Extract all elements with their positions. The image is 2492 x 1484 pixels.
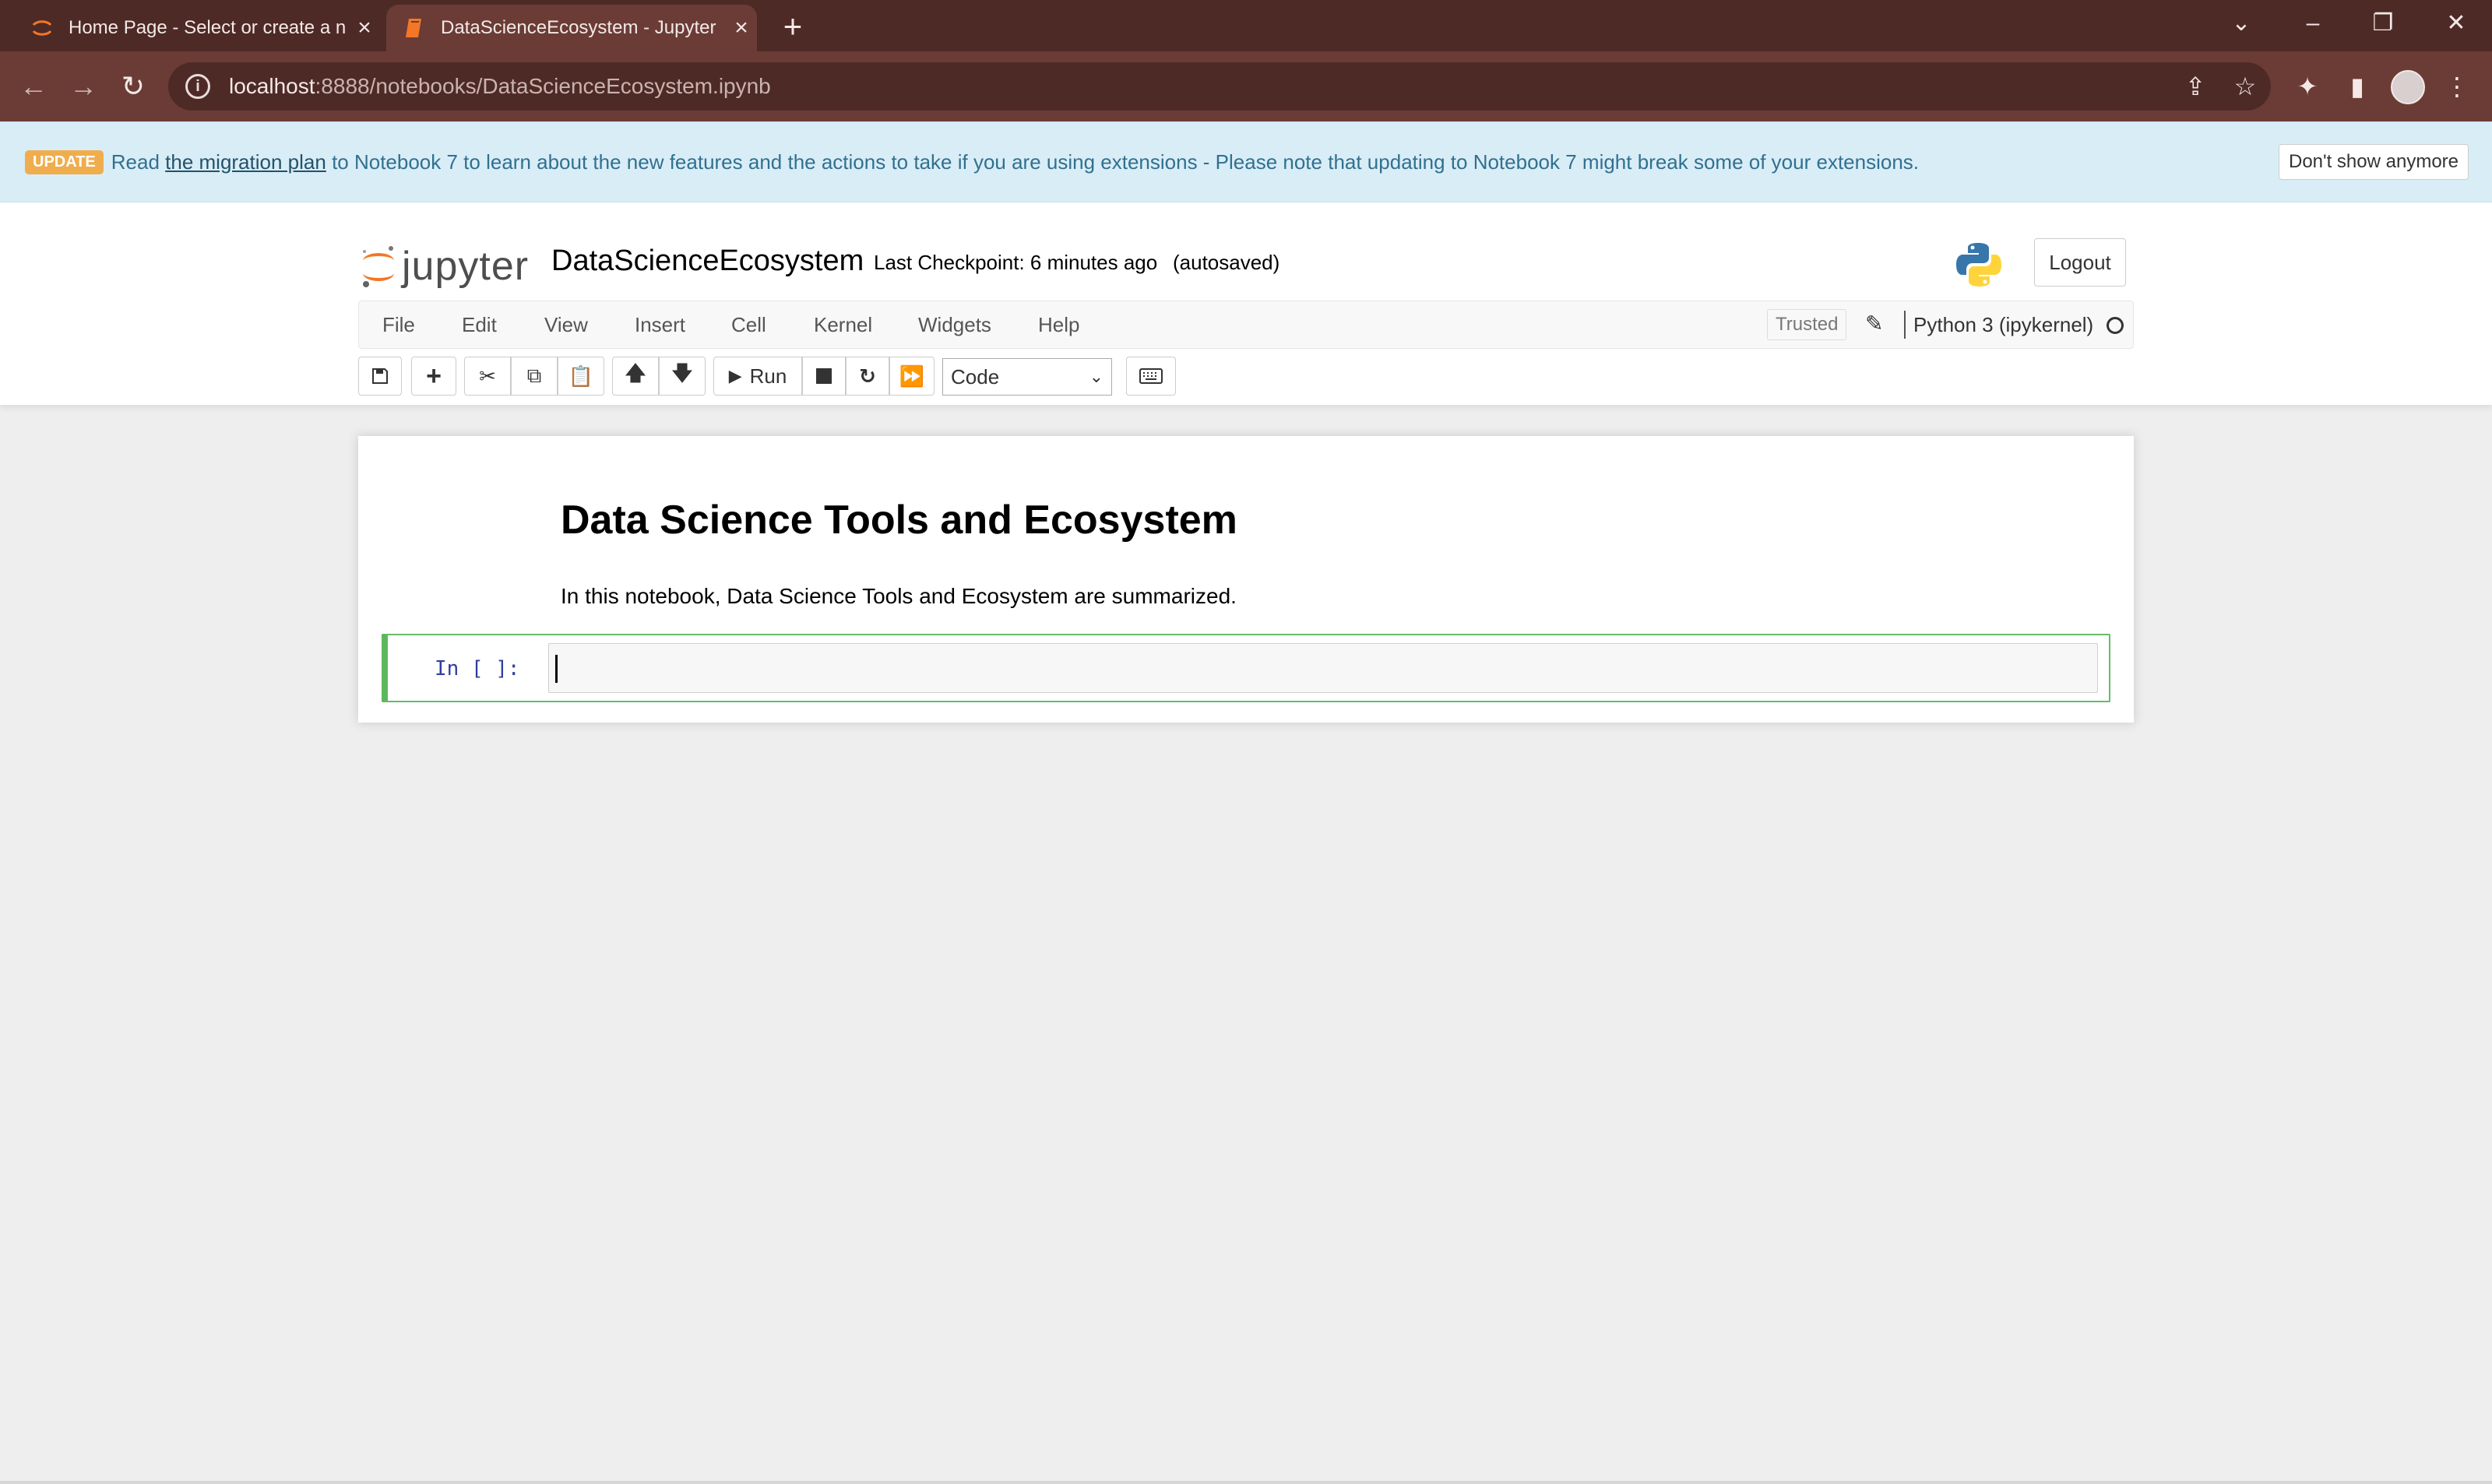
notebook-container: Data Science Tools and Ecosystem In this… — [358, 436, 2134, 723]
restart-icon: ↻ — [859, 364, 876, 388]
notebook-menubar: File Edit View Insert Cell Kernel Widget… — [358, 301, 2134, 349]
menu-kebab-icon[interactable]: ⋮ — [2439, 69, 2475, 104]
jupyter-logo[interactable]: jupyter — [360, 243, 529, 290]
migration-plan-link[interactable]: the migration plan — [165, 150, 326, 174]
update-badge: UPDATE — [25, 149, 104, 174]
notebook-tab-icon — [402, 16, 427, 40]
code-editor-input[interactable] — [548, 643, 2098, 693]
bookmark-star-icon[interactable]: ☆ — [2227, 69, 2263, 104]
trusted-badge[interactable]: Trusted — [1767, 309, 1847, 340]
profile-avatar[interactable] — [2391, 70, 2425, 104]
page-bottom-border — [0, 1481, 2492, 1484]
minimize-icon[interactable]: – — [2290, 6, 2336, 40]
insert-cell-button[interactable]: + — [411, 357, 456, 396]
run-label: Run — [749, 364, 787, 388]
window-close-icon[interactable]: ✕ — [2433, 6, 2480, 40]
jupyter-logo-icon — [363, 246, 394, 287]
jupyter-logo-text: jupyter — [402, 244, 530, 289]
markdown-paragraph[interactable]: In this notebook, Data Science Tools and… — [561, 584, 1237, 609]
chevron-down-icon: ⌄ — [1089, 367, 1103, 386]
arrow-down-icon: 🡇 — [671, 361, 693, 385]
paste-icon: 📋 — [568, 364, 594, 388]
fast-forward-icon: ⏩ — [899, 364, 925, 388]
kernel-name[interactable]: Python 3 (ipykernel) — [1913, 301, 2093, 348]
restore-icon[interactable]: ❐ — [2360, 6, 2406, 40]
menu-widgets[interactable]: Widgets — [918, 301, 991, 348]
share-icon[interactable]: ⇪ — [2177, 69, 2213, 104]
cell-type-select[interactable]: Code ⌄ — [942, 358, 1112, 396]
browser-toolbar: ← → ↻ i localhost:8888/notebooks/DataSci… — [0, 51, 2492, 121]
logout-button[interactable]: Logout — [2034, 238, 2126, 287]
code-cell-selected[interactable]: In [ ]: — [382, 634, 2110, 702]
menu-cell[interactable]: Cell — [731, 301, 766, 348]
menu-kernel[interactable]: Kernel — [814, 301, 872, 348]
keyboard-icon — [1139, 368, 1163, 384]
run-button[interactable]: ▶ Run — [713, 357, 802, 396]
plus-icon: + — [426, 360, 442, 391]
tab-title: Home Page - Select or create a n — [69, 17, 347, 38]
new-tab-icon[interactable]: + — [776, 9, 810, 44]
kernel-idle-indicator-icon — [2107, 317, 2124, 334]
stop-icon — [816, 368, 832, 384]
save-button[interactable] — [358, 357, 402, 396]
edit-mode-pencil-icon: ✎ — [1865, 311, 1884, 336]
checkpoint-status: Last Checkpoint: 6 minutes ago — [874, 251, 1158, 274]
kernel-separator — [1904, 311, 1906, 339]
tab-title: DataScienceEcosystem - Jupyter — [441, 17, 716, 38]
restart-run-all-button[interactable]: ⏩ — [889, 357, 935, 396]
close-icon[interactable]: × — [726, 15, 757, 41]
address-bar[interactable]: i localhost:8888/notebooks/DataScienceEc… — [168, 62, 2271, 111]
reload-icon[interactable]: ↻ — [114, 67, 153, 106]
side-panel-icon[interactable]: ▮ — [2339, 69, 2375, 104]
autosave-status: (autosaved) — [1173, 251, 1280, 274]
menu-insert[interactable]: Insert — [635, 301, 685, 348]
interrupt-kernel-button[interactable] — [802, 357, 846, 396]
browser-tabstrip: Home Page - Select or create a n × DataS… — [0, 0, 2492, 51]
copy-icon: ⧉ — [526, 364, 542, 387]
restart-kernel-button[interactable]: ↻ — [846, 357, 889, 396]
arrow-up-icon: 🡅 — [625, 361, 646, 385]
copy-cell-button[interactable]: ⧉ — [511, 357, 558, 396]
save-icon — [372, 368, 388, 384]
tab-search-icon[interactable]: ⌄ — [2218, 6, 2265, 40]
scissors-icon: ✂ — [479, 364, 496, 388]
menu-view[interactable]: View — [544, 301, 588, 348]
dont-show-anymore-button[interactable]: Don't show anymore — [2278, 144, 2469, 180]
close-icon[interactable]: × — [349, 15, 380, 41]
menu-help[interactable]: Help — [1038, 301, 1079, 348]
browser-tab-home[interactable]: Home Page - Select or create a n × — [14, 5, 380, 51]
url-text: localhost:8888/notebooks/DataScienceEcos… — [229, 74, 771, 98]
python-logo-icon — [1956, 241, 2001, 292]
update-banner: UPDATE Read the migration plan to Notebo… — [0, 121, 2492, 202]
back-icon[interactable]: ← — [14, 67, 53, 106]
menu-file[interactable]: File — [382, 301, 415, 348]
play-icon: ▶ — [728, 366, 742, 385]
site-info-icon[interactable]: i — [185, 74, 210, 99]
menu-edit[interactable]: Edit — [462, 301, 497, 348]
jupyter-tab-icon — [30, 16, 55, 40]
input-prompt: In [ ]: — [435, 657, 520, 680]
cell-type-value: Code — [951, 365, 1000, 389]
notebook-title[interactable]: DataScienceEcosystem — [551, 244, 864, 278]
text-cursor — [555, 655, 558, 683]
banner-message: Read the migration plan to Notebook 7 to… — [111, 149, 1920, 174]
extensions-icon[interactable]: ✦ — [2290, 69, 2325, 104]
forward-icon[interactable]: → — [64, 67, 103, 106]
move-up-button[interactable]: 🡅 — [612, 357, 659, 396]
notebook-header: jupyter DataScienceEcosystem Last Checkp… — [0, 202, 2492, 405]
command-palette-button[interactable] — [1126, 357, 1176, 396]
cut-cell-button[interactable]: ✂ — [464, 357, 511, 396]
move-down-button[interactable]: 🡇 — [659, 357, 706, 396]
paste-cell-button[interactable]: 📋 — [558, 357, 604, 396]
browser-tab-notebook[interactable]: DataScienceEcosystem - Jupyter × — [386, 5, 757, 51]
markdown-heading[interactable]: Data Science Tools and Ecosystem — [561, 497, 1237, 543]
